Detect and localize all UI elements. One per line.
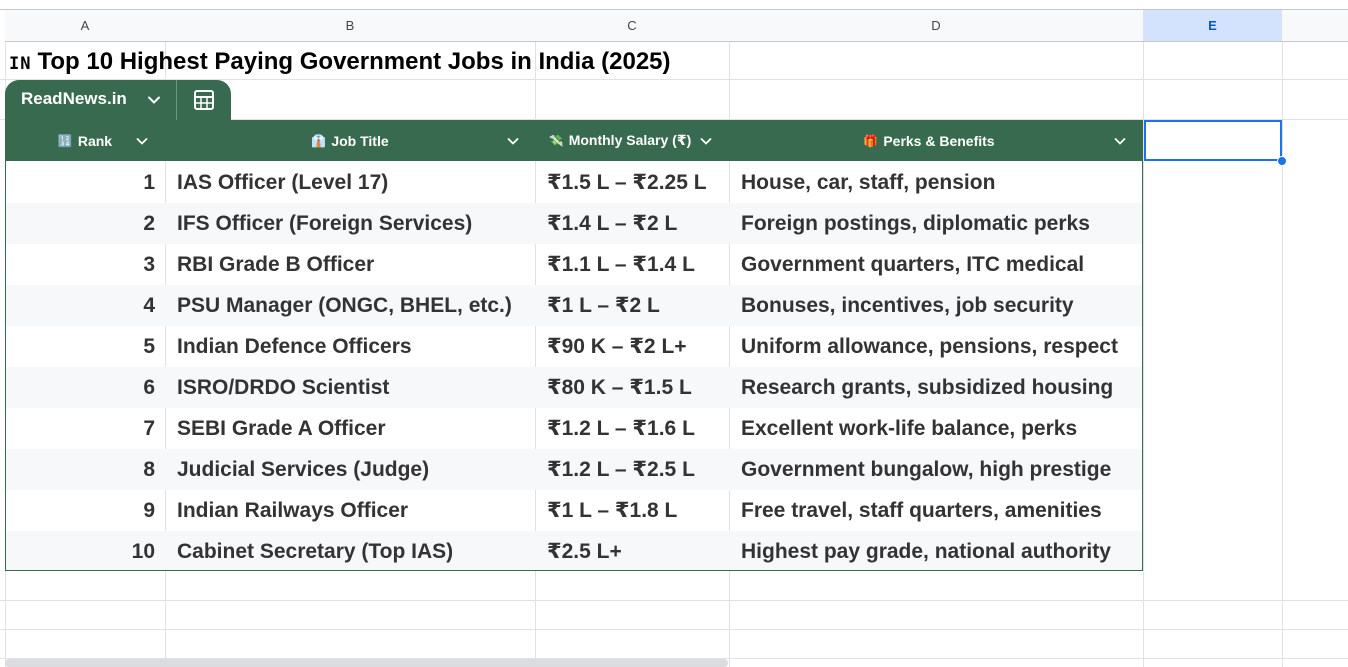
chevron-down-icon[interactable]	[1114, 135, 1126, 147]
horizontal-scrollbar[interactable]	[5, 659, 728, 667]
salary-cell[interactable]: ₹1.2 L – ₹1.6 L	[547, 408, 732, 449]
gift-icon: 🎁	[863, 133, 879, 148]
table-row: 9 Indian Railways Officer ₹1 L – ₹1.8 L …	[6, 490, 1142, 531]
salary-cell[interactable]: ₹1 L – ₹2 L	[547, 285, 732, 326]
tab-divider	[176, 80, 177, 120]
chevron-down-icon[interactable]	[507, 135, 519, 147]
header-salary[interactable]: 💸 Monthly Salary (₹)	[535, 120, 705, 161]
table-row: 4 PSU Manager (ONGC, BHEL, etc.) ₹1 L – …	[6, 285, 1142, 326]
perks-cell[interactable]: Research grants, subsidized housing	[741, 367, 1141, 408]
job-title-cell[interactable]: IFS Officer (Foreign Services)	[177, 203, 537, 244]
perks-cell[interactable]: House, car, staff, pension	[741, 162, 1141, 203]
perks-cell[interactable]: Government bungalow, high prestige	[741, 449, 1141, 490]
column-header-e[interactable]: E	[1143, 10, 1283, 42]
salary-cell[interactable]: ₹1.2 L – ₹2.5 L	[547, 449, 732, 490]
header-perks-label: Perks & Benefits	[883, 132, 995, 149]
rank-cell[interactable]: 7	[6, 408, 155, 449]
fill-handle[interactable]	[1277, 156, 1287, 166]
table-row: 3 RBI Grade B Officer ₹1.1 L – ₹1.4 L Go…	[6, 244, 1142, 285]
salary-cell[interactable]: ₹1.5 L – ₹2.25 L	[547, 162, 732, 203]
rank-cell[interactable]: 10	[6, 531, 155, 572]
perks-cell[interactable]: Bonuses, incentives, job security	[741, 285, 1141, 326]
gridline	[0, 629, 1348, 630]
necktie-icon: 👔	[311, 133, 327, 148]
rank-cell[interactable]: 6	[6, 367, 155, 408]
india-flag-icon: IN	[9, 54, 32, 74]
job-title-cell[interactable]: RBI Grade B Officer	[177, 244, 537, 285]
rank-cell[interactable]: 1	[6, 162, 155, 203]
gridline	[1282, 10, 1283, 667]
header-salary-label: Monthly Salary (₹)	[568, 132, 692, 148]
column-header-d[interactable]: D	[729, 10, 1144, 42]
perks-cell[interactable]: Free travel, staff quarters, amenities	[741, 490, 1141, 531]
header-perks[interactable]: 🎁 Perks & Benefits	[729, 120, 1129, 161]
column-header-f[interactable]	[1282, 10, 1348, 42]
job-title-cell[interactable]: ISRO/DRDO Scientist	[177, 367, 537, 408]
salary-cell[interactable]: ₹1 L – ₹1.8 L	[547, 490, 732, 531]
column-header-a[interactable]: A	[5, 10, 166, 42]
table-row: 2 IFS Officer (Foreign Services) ₹1.4 L …	[6, 203, 1142, 244]
table-row: 10 Cabinet Secretary (Top IAS) ₹2.5 L+ H…	[6, 531, 1142, 570]
table-name[interactable]: ReadNews.in	[21, 89, 127, 109]
job-title-cell[interactable]: Judicial Services (Judge)	[177, 449, 537, 490]
job-title-cell[interactable]: Cabinet Secretary (Top IAS)	[177, 531, 537, 572]
salary-cell[interactable]: ₹80 K – ₹1.5 L	[547, 367, 732, 408]
gridline	[0, 600, 1348, 601]
job-title-cell[interactable]: IAS Officer (Level 17)	[177, 162, 537, 203]
rank-cell[interactable]: 4	[6, 285, 155, 326]
rank-cell[interactable]: 5	[6, 326, 155, 367]
salary-cell[interactable]: ₹2.5 L+	[547, 531, 732, 572]
column-header-b[interactable]: B	[165, 10, 536, 42]
chevron-down-icon[interactable]	[136, 135, 148, 147]
sheet-title-text: Top 10 Highest Paying Government Jobs in…	[37, 48, 671, 75]
selected-cell[interactable]	[1144, 120, 1282, 161]
perks-cell[interactable]: Excellent work-life balance, perks	[741, 408, 1141, 449]
job-title-cell[interactable]: PSU Manager (ONGC, BHEL, etc.)	[177, 285, 537, 326]
rank-cell[interactable]: 2	[6, 203, 155, 244]
table-name-tab[interactable]: ReadNews.in	[5, 80, 231, 120]
header-rank-label: Rank	[77, 132, 113, 149]
sheet-title[interactable]: IN Top 10 Highest Paying Government Jobs …	[9, 44, 671, 80]
table-row: 6 ISRO/DRDO Scientist ₹80 K – ₹1.5 L Res…	[6, 367, 1142, 408]
perks-cell[interactable]: Uniform allowance, pensions, respect	[741, 326, 1141, 367]
table-header-row: 🔢 Rank 👔 Job Title 💸 Monthly Salary (₹) 🎁 Pe…	[5, 120, 1143, 161]
rank-cell[interactable]: 8	[6, 449, 155, 490]
money-icon: 💸	[548, 133, 564, 148]
job-title-cell[interactable]: Indian Defence Officers	[177, 326, 537, 367]
header-job-title-label: Job Title	[331, 132, 389, 149]
header-job-title[interactable]: 👔 Job Title	[165, 120, 535, 161]
rank-cell[interactable]: 9	[6, 490, 155, 531]
numbers-icon: 🔢	[57, 133, 73, 148]
rank-cell[interactable]: 3	[6, 244, 155, 285]
table-row: 5 Indian Defence Officers ₹90 K – ₹2 L+ …	[6, 326, 1142, 367]
table-row: 7 SEBI Grade A Officer ₹1.2 L – ₹1.6 L E…	[6, 408, 1142, 449]
table-row: 8 Judicial Services (Judge) ₹1.2 L – ₹2.…	[6, 449, 1142, 490]
perks-cell[interactable]: Government quarters, ITC medical	[741, 244, 1141, 285]
chevron-down-icon[interactable]	[147, 93, 161, 107]
gridline	[1143, 10, 1144, 667]
salary-cell[interactable]: ₹1.1 L – ₹1.4 L	[547, 244, 732, 285]
salary-cell[interactable]: ₹1.4 L – ₹2 L	[547, 203, 732, 244]
column-header-c[interactable]: C	[535, 10, 730, 42]
salary-cell[interactable]: ₹90 K – ₹2 L+	[547, 326, 732, 367]
table-row: 1 IAS Officer (Level 17) ₹1.5 L – ₹2.25 …	[6, 162, 1142, 203]
perks-cell[interactable]: Highest pay grade, national authority	[741, 531, 1141, 572]
calculator-icon[interactable]	[193, 89, 215, 111]
chevron-down-icon[interactable]	[700, 135, 712, 147]
perks-cell[interactable]: Foreign postings, diplomatic perks	[741, 203, 1141, 244]
job-title-cell[interactable]: Indian Railways Officer	[177, 490, 537, 531]
job-title-cell[interactable]: SEBI Grade A Officer	[177, 408, 537, 449]
